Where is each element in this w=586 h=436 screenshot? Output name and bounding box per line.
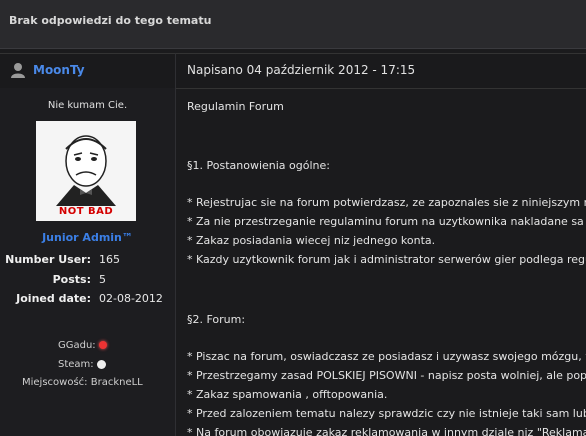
rule-line: * Rejestrujac sie na forum potwierdzasz,… <box>187 196 586 209</box>
user-rank: Junior Admin™ <box>42 231 133 244</box>
location-label: Miejscowość: <box>22 377 88 388</box>
column-divider <box>175 53 176 436</box>
stat-label: Number User: <box>5 253 91 266</box>
rule-line: * Za nie przestrzeganie regulaminu forum… <box>187 215 586 228</box>
post-body: Regulamin Forum §1. Postanowienia ogólne… <box>187 100 586 436</box>
user-status-text: Nie kumam Cie. <box>47 100 128 111</box>
post-date: Napisano 04 październik 2012 - 17:15 <box>187 63 416 77</box>
steam-icon[interactable] <box>96 359 106 369</box>
ggadu-field: GGadu: <box>58 340 107 351</box>
rule-line: * Na forum obowiazuje zakaz reklamowania… <box>187 426 586 436</box>
post-heading: Regulamin Forum <box>187 100 284 113</box>
steam-field: Steam: <box>58 359 106 370</box>
avatar-caption: NOT BAD <box>58 206 114 217</box>
rule-line: * Przestrzegamy zasad POLSKIEJ PISOWNI -… <box>187 369 586 382</box>
rule-line: * Piszac na forum, oswiadczasz ze posiad… <box>187 350 586 363</box>
stat-value: 165 <box>99 253 120 266</box>
location-value: BrackneLL <box>90 377 143 388</box>
stat-value: 02-08-2012 <box>99 292 163 305</box>
topic-header: Brak odpowiedzi do tego tematu <box>0 0 586 49</box>
user-icon <box>11 63 25 78</box>
author-sidebar: Nie kumam Cie. NOT BAD Junior Admin™ Num… <box>0 88 175 436</box>
avatar[interactable]: NOT BAD <box>36 121 136 221</box>
stat-value: 5 <box>99 273 106 286</box>
post-header: MoonTy Napisano 04 październik 2012 - 17… <box>0 53 586 89</box>
username-link[interactable]: MoonTy <box>33 63 85 77</box>
rule-line: * Przed zalozeniem tematu nalezy sprawdz… <box>187 407 586 420</box>
rule-line: * Zakaz spamowania , offtopowania. <box>187 388 388 401</box>
rule-line: * Kazdy uzytkownik forum jak i administr… <box>187 253 586 266</box>
section-heading: §1. Postanowienia ogólne: <box>187 159 330 172</box>
steam-label: Steam: <box>58 359 94 370</box>
section-heading: §2. Forum: <box>187 313 246 326</box>
rule-line: * Zakaz posiadania wiecej niz jednego ko… <box>187 234 436 247</box>
topic-status-title: Brak odpowiedzi do tego tematu <box>9 14 212 27</box>
ggadu-label: GGadu: <box>58 340 96 351</box>
location-field: Miejscowość: BrackneLL <box>22 377 143 388</box>
stat-label: Posts: <box>52 273 91 286</box>
ggadu-status-icon[interactable] <box>98 341 107 349</box>
stat-label: Joined date: <box>16 292 91 305</box>
